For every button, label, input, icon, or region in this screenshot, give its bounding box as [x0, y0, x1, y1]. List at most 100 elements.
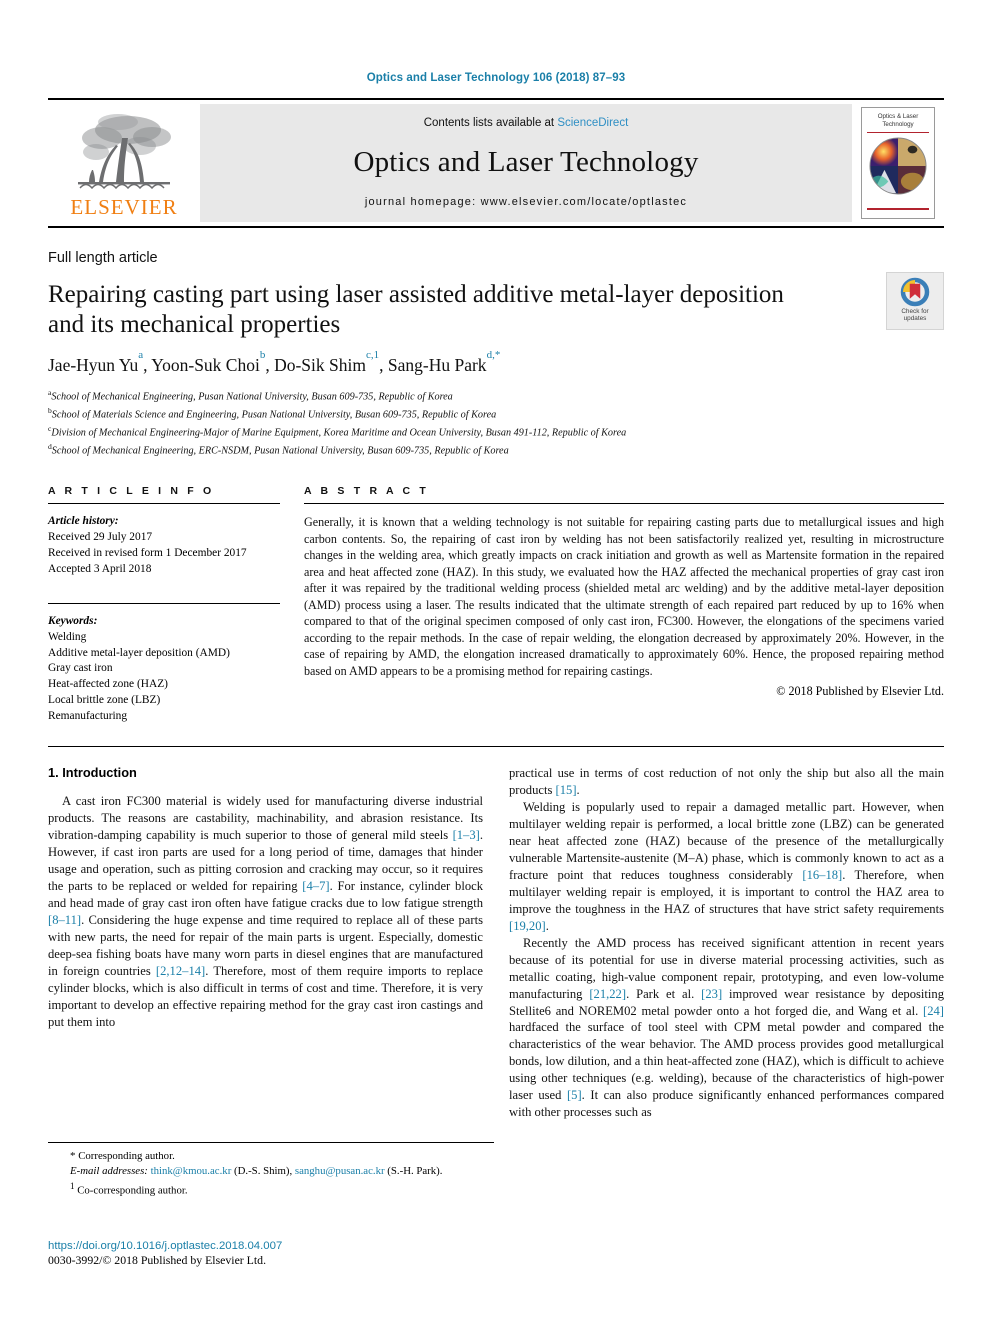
keyword-5: Remanufacturing: [48, 709, 128, 722]
article-type-kicker: Full length article: [48, 250, 158, 266]
author-2: Do-Sik Shimc,1: [274, 349, 379, 375]
citation-ref[interactable]: [1–3]: [453, 828, 480, 842]
cover-rule-top: [867, 131, 929, 133]
affiliation-a-text: School of Mechanical Engineering, Pusan …: [51, 390, 453, 402]
author-0-sup: a: [138, 348, 144, 361]
keyword-2: Gray cast iron: [48, 662, 113, 675]
affiliation-a: aSchool of Mechanical Engineering, Pusan…: [48, 387, 944, 405]
email-link-1[interactable]: think@kmou.ac.kr: [151, 1165, 232, 1177]
citation-ref[interactable]: [8–11]: [48, 913, 81, 927]
abstract-heading: A B S T R A C T: [304, 485, 429, 498]
article-info-rule: [48, 503, 280, 505]
co-corresponding-marker: 1: [70, 1180, 75, 1191]
page-title: Repairing casting part using laser assis…: [48, 281, 784, 339]
footnote-co-corresponding: 1 Co-corresponding author.: [48, 1180, 494, 1199]
running-head: Optics and Laser Technology 106 (2018) 8…: [366, 72, 626, 84]
email-link-2[interactable]: sanghu@pusan.ac.kr: [295, 1165, 385, 1177]
journal-title: Optics and Laser Technology: [353, 146, 699, 178]
footnote-corresponding-text: Corresponding author.: [78, 1150, 175, 1162]
email-label: E-mail addresses:: [70, 1165, 148, 1178]
sciencedirect-link[interactable]: ScienceDirect: [557, 117, 628, 129]
citation-ref[interactable]: [15]: [556, 783, 577, 797]
affiliation-b-text: School of Materials Science and Engineer…: [51, 409, 497, 421]
keyword-0: Welding: [48, 630, 87, 643]
affiliation-c-text: Division of Mechanical Engineering-Major…: [51, 427, 627, 439]
citation-ref[interactable]: [19,20]: [509, 919, 546, 933]
citation-ref[interactable]: [5]: [567, 1088, 582, 1102]
paragraph-right-0: practical use in terms of cost reduction…: [509, 766, 944, 798]
info-abstract-row: A R T I C L E I N F O Article history: R…: [48, 485, 944, 724]
article-info-column: A R T I C L E I N F O Article history: R…: [48, 485, 280, 724]
author-1: Yoon-Suk Choib: [151, 349, 265, 375]
author-0: Jae-Hyun Yua: [48, 349, 143, 375]
keyword-3: Heat-affected zone (HAZ): [48, 678, 168, 691]
citation-ref[interactable]: [24]: [923, 1004, 944, 1018]
abstract-rule: [304, 503, 944, 505]
affiliation-d-text: School of Mechanical Engineering, ERC-NS…: [51, 445, 509, 457]
crossmark-badge[interactable]: Check for updates: [886, 272, 944, 330]
crossmark-icon: [900, 277, 930, 307]
citation-ref[interactable]: [16–18]: [802, 868, 842, 882]
paragraph-right-1: Welding is popularly used to repair a da…: [509, 800, 944, 933]
elsevier-logo: ELSEVIER: [48, 100, 200, 226]
affiliation-b: bSchool of Materials Science and Enginee…: [48, 405, 944, 423]
title-block: Full length article Repairing casting pa…: [48, 250, 944, 459]
crossmark-line2: updates: [903, 315, 927, 323]
article-info-heading: A R T I C L E I N F O: [48, 485, 215, 498]
article-history-2: Accepted 3 April 2018: [48, 562, 152, 575]
footnote-block: * Corresponding author. E-mail addresses…: [48, 1142, 494, 1198]
keyword-4: Local brittle zone (LBZ): [48, 693, 161, 706]
paragraph-right-2: Recently the AMD process has received si…: [509, 935, 944, 1120]
asterisk-icon: *: [70, 1150, 76, 1162]
keywords-label: Keywords:: [48, 615, 98, 628]
cover-rule-bottom: [867, 208, 929, 210]
journal-cover-thumb: Optics & Laser Technology: [852, 100, 944, 226]
paper-page: Optics and Laser Technology 106 (2018) 8…: [0, 0, 992, 1323]
abstract-text: Generally, it is known that a welding te…: [304, 515, 944, 678]
author-list: Jae-Hyun Yua, Yoon-Suk Choib, Do-Sik Shi…: [48, 348, 501, 375]
citation-ref[interactable]: [2,12–14]: [156, 964, 205, 978]
crossmark-line1: Check for: [901, 308, 929, 315]
cover-title-line2: Technology: [882, 120, 914, 128]
author-1-sup: b: [259, 348, 266, 361]
crossmark-label: Check for updates: [901, 308, 928, 323]
elsevier-tree-icon: [78, 114, 171, 190]
body-columns: 1. Introduction A cast iron FC300 materi…: [48, 746, 944, 1121]
author-2-name: Do-Sik Shim: [274, 354, 366, 375]
article-history-0: Received 29 July 2017: [48, 531, 153, 544]
author-1-name: Yoon-Suk Choi: [151, 354, 260, 375]
footnote-emails: E-mail addresses: think@kmou.ac.kr (D.-S…: [48, 1164, 494, 1179]
author-0-name: Jae-Hyun Yu: [48, 354, 139, 375]
cover-title: Optics & Laser Technology: [862, 113, 934, 129]
paragraph-left-0: A cast iron FC300 material is widely use…: [48, 794, 484, 1029]
citation-ref[interactable]: [21,22]: [589, 987, 626, 1001]
affiliation-c: cDivision of Mechanical Engineering-Majo…: [48, 423, 944, 441]
contents-available-line: Contents lists available at ScienceDirec…: [424, 117, 629, 129]
abstract-column: A B S T R A C T Generally, it is known t…: [304, 485, 944, 724]
cover-artwork: [869, 137, 927, 195]
affiliation-d: dSchool of Mechanical Engineering, ERC-N…: [48, 441, 944, 459]
author-2-sup: c,1: [366, 348, 380, 361]
email-owner-2: (S.-H. Park).: [387, 1165, 443, 1178]
contents-prefix: Contents lists available at: [423, 117, 558, 129]
journal-homepage-link[interactable]: journal homepage: www.elsevier.com/locat…: [365, 196, 687, 208]
masthead-center: Contents lists available at ScienceDirec…: [200, 104, 852, 222]
footnote-corresponding: * Corresponding author.: [48, 1149, 494, 1164]
cover-title-line1: Optics & Laser: [877, 113, 919, 120]
elsevier-wordmark: ELSEVIER: [70, 195, 178, 219]
body-column-left: 1. Introduction A cast iron FC300 materi…: [48, 765, 483, 1121]
abstract-copyright: © 2018 Published by Elsevier Ltd.: [776, 684, 944, 699]
author-3-name: Sang-Hu Park: [387, 354, 487, 375]
body-column-right: practical use in terms of cost reduction…: [509, 765, 944, 1121]
footnote-co-corresponding-text: Co-corresponding author.: [77, 1184, 188, 1197]
citation-ref[interactable]: [4–7]: [302, 879, 329, 893]
doi-link[interactable]: https://doi.org/10.1016/j.optlastec.2018…: [48, 1240, 494, 1252]
citation-ref[interactable]: [23]: [701, 987, 722, 1001]
author-3-sup: d,*: [486, 348, 501, 361]
journal-masthead: ELSEVIER Contents lists available at Sci…: [48, 98, 944, 228]
affiliation-list: aSchool of Mechanical Engineering, Pusan…: [48, 387, 944, 460]
keywords-rule: [48, 603, 280, 605]
keyword-1: Additive metal-layer deposition (AMD): [48, 646, 230, 659]
email-owner-1: (D.-S. Shim),: [234, 1165, 293, 1178]
